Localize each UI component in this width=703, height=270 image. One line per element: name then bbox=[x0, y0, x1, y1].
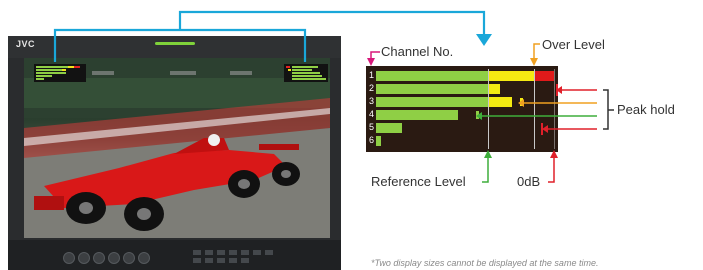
zero-db-label: 0dB bbox=[517, 174, 541, 189]
reference-level-label: Reference Level bbox=[371, 174, 466, 189]
channel-no-label: Channel No. bbox=[381, 44, 454, 59]
zero-db-arrowhead bbox=[550, 150, 558, 158]
reference-leader bbox=[482, 158, 489, 183]
over-level-label: Over Level bbox=[542, 37, 605, 52]
footnote: *Two display sizes cannot be displayed a… bbox=[371, 258, 599, 268]
channel-no-arrowhead bbox=[367, 58, 375, 66]
peak-hold-bracket bbox=[603, 89, 609, 130]
peak-arrow-3 bbox=[476, 112, 482, 120]
peak-arrow-2 bbox=[518, 99, 524, 107]
peak-hold-label: Peak hold bbox=[617, 102, 675, 117]
channel-no-leader bbox=[370, 51, 380, 58]
zero-db-leader bbox=[548, 158, 555, 183]
over-level-leader bbox=[533, 43, 540, 58]
over-level-arrowhead bbox=[530, 58, 538, 66]
reference-arrowhead bbox=[484, 150, 492, 158]
zoom-arrow-head bbox=[476, 34, 492, 46]
